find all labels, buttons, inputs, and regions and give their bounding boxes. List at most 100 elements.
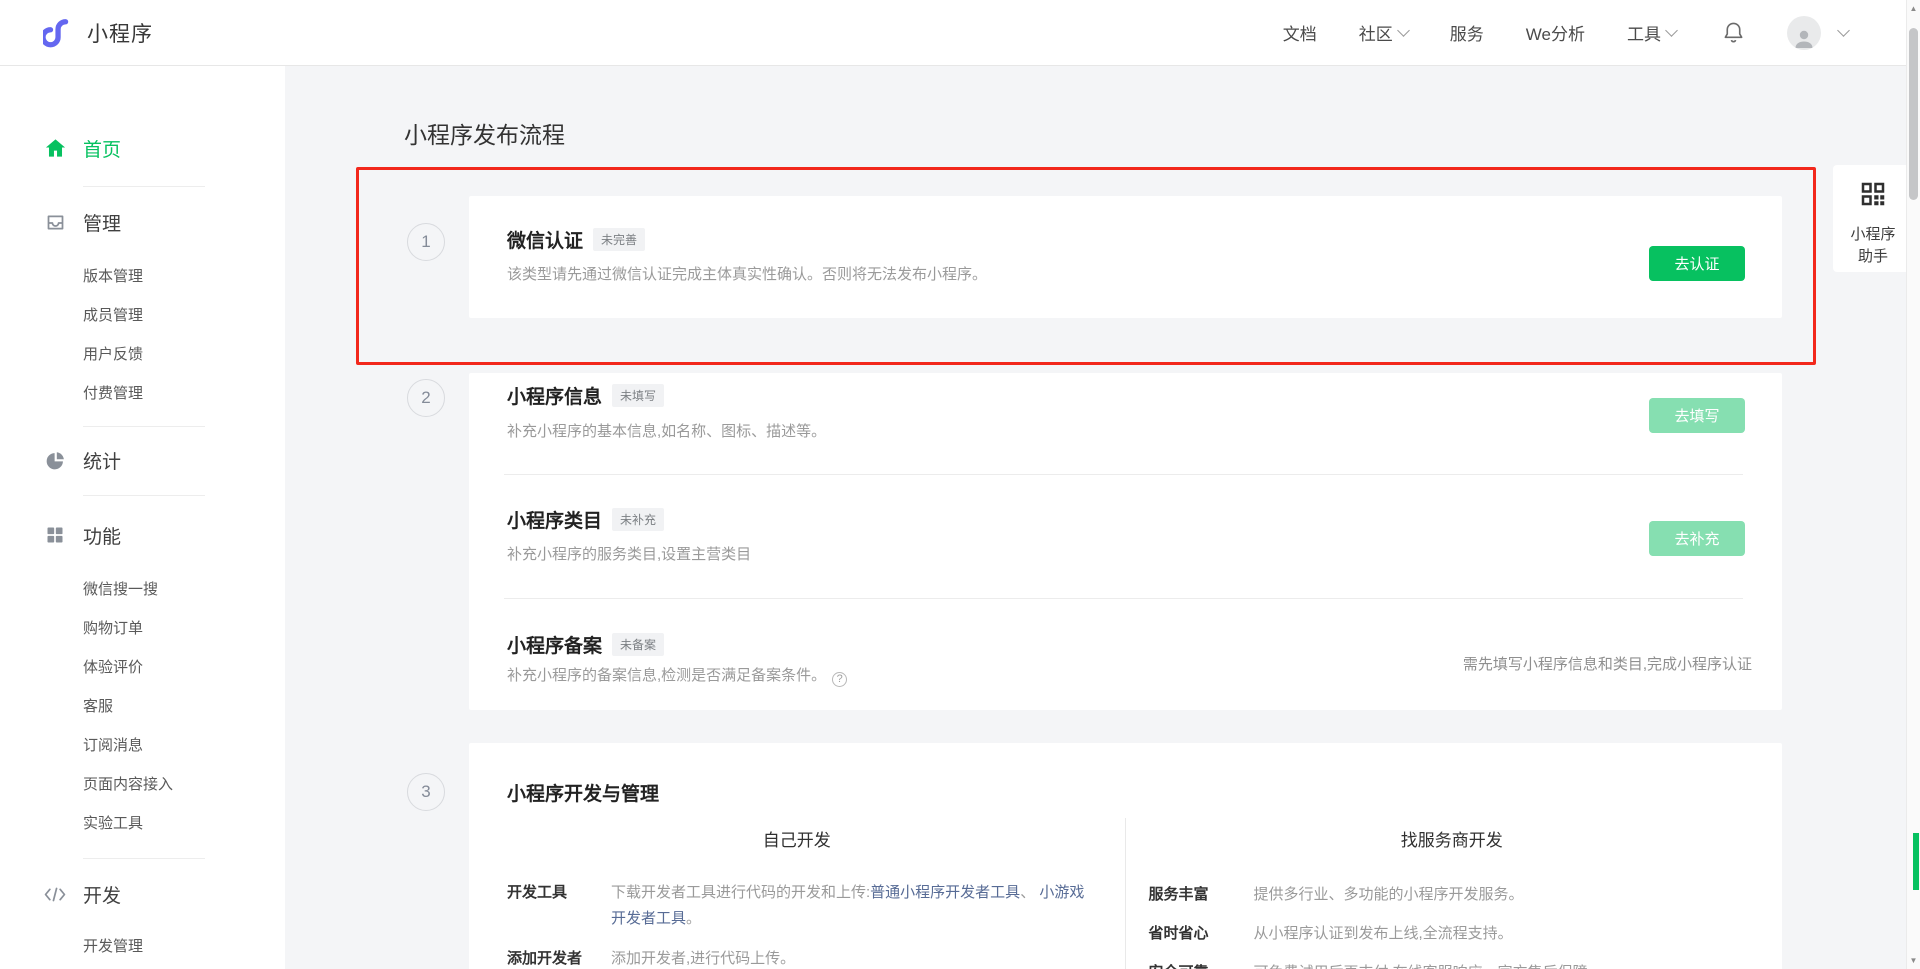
sidebar-group-label: 管理 — [83, 209, 121, 236]
sidebar-item-paid-management[interactable]: 付费管理 — [0, 373, 285, 412]
row-text: 提供多行业、多功能的小程序开发服务。 — [1254, 882, 1524, 908]
sidebar-item-page-content-access[interactable]: 页面内容接入 — [0, 764, 285, 803]
qr-code-icon — [1858, 179, 1888, 214]
logo: 小程序 — [43, 17, 153, 49]
sidebar-item-development-management[interactable]: 开发管理 — [0, 926, 285, 965]
row-text: 从小程序认证到发布上线,全流程支持。 — [1254, 921, 1513, 947]
nav-services[interactable]: 服务 — [1450, 20, 1484, 45]
row-text: 可免费试用后再支付,在线客服响应、官方售后保障 — [1254, 960, 1588, 969]
status-badge: 未完善 — [593, 228, 645, 251]
sidebar-item-subscribe-messages[interactable]: 订阅消息 — [0, 725, 285, 764]
step1-card: 微信认证 未完善 该类型请先通过微信认证完成主体真实性确认。否则将无法发布小程序… — [469, 196, 1782, 318]
divider — [83, 858, 205, 859]
self-development-column: 自己开发 开发工具 下载开发者工具进行代码的开发和上传:普通小程序开发者工具、 … — [469, 818, 1126, 969]
step3-title: 小程序开发与管理 — [507, 779, 659, 806]
sidebar-item-experience-rating[interactable]: 体验评价 — [0, 647, 285, 686]
row-label: 服务丰富 — [1149, 882, 1254, 908]
nav-we-analytics[interactable]: We分析 — [1526, 20, 1585, 45]
sidebar-item-home[interactable]: 首页 — [0, 128, 285, 168]
sidebar-item-user-feedback[interactable]: 用户反馈 — [0, 334, 285, 373]
go-supplement-button[interactable]: 去补充 — [1649, 521, 1745, 556]
code-icon — [43, 882, 67, 906]
step2-number: 2 — [407, 379, 445, 417]
scrollbar-up-arrow-icon[interactable]: ▲ — [1907, 4, 1920, 13]
sidebar-group-development[interactable]: 开发 — [0, 874, 285, 914]
account-chevron-down-icon[interactable] — [1837, 24, 1850, 37]
sidebar-group-label: 开发 — [83, 881, 121, 908]
sidebar-item-shopping-orders[interactable]: 购物订单 — [0, 608, 285, 647]
miniprogram-info-row: 小程序信息 未填写 补充小程序的基本信息,如名称、图标、描述等。 去填写 — [469, 373, 1782, 474]
sidebar-sublist-development: 开发管理 — [0, 926, 285, 965]
step3-card: 小程序开发与管理 自己开发 开发工具 下载开发者工具进行代码的开发和上传:普通小… — [469, 743, 1782, 969]
rich-services-row: 服务丰富 提供多行业、多功能的小程序开发服务。 — [1149, 882, 1756, 908]
miniprogram-logo-icon — [43, 17, 75, 49]
row-description: 补充小程序的服务类目,设置主营类目 — [507, 543, 751, 564]
pie-chart-icon — [43, 448, 67, 472]
row-label: 安全可靠 — [1149, 960, 1254, 969]
status-badge: 未补充 — [612, 508, 664, 531]
main-content: 小程序发布流程 1 微信认证 未完善 该类型请先通过微信认证完成主体真实性确认。… — [285, 66, 1906, 969]
row-text: 添加开发者,进行代码上传。 — [611, 946, 795, 969]
row-label: 省时省心 — [1149, 921, 1254, 947]
scrollbar-green-marker — [1913, 833, 1919, 890]
miniprogram-assistant-widget[interactable]: 小程序助手 — [1833, 165, 1906, 272]
page-title: 小程序发布流程 — [404, 116, 565, 150]
avatar[interactable] — [1787, 16, 1821, 50]
step1-title: 微信认证 — [507, 226, 583, 253]
row-label: 添加开发者 — [507, 946, 611, 969]
sidebar-group-label: 功能 — [83, 522, 121, 549]
logo-text: 小程序 — [87, 18, 153, 48]
scrollbar-down-arrow-icon[interactable]: ▼ — [1907, 956, 1920, 965]
column-header: 自己开发 — [499, 830, 1095, 852]
sidebar-group-statistics[interactable]: 统计 — [0, 440, 285, 480]
sidebar-group-manage[interactable]: 管理 — [0, 202, 285, 242]
sidebar-item-customer-service[interactable]: 客服 — [0, 686, 285, 725]
home-icon — [43, 136, 67, 160]
row-title: 小程序信息 — [507, 382, 602, 409]
nav-community[interactable]: 社区 — [1359, 20, 1408, 45]
normal-devtools-link[interactable]: 普通小程序开发者工具 — [870, 884, 1020, 901]
step2-card: 小程序信息 未填写 补充小程序的基本信息,如名称、图标、描述等。 去填写 小程序… — [469, 373, 1782, 710]
divider — [83, 186, 205, 187]
top-header: 小程序 文档 社区 服务 We分析 工具 — [0, 0, 1906, 66]
top-nav: 文档 社区 服务 We分析 工具 — [1283, 16, 1848, 50]
go-verify-button[interactable]: 去认证 — [1649, 246, 1745, 281]
sidebar-sublist-features: 微信搜一搜 购物订单 体验评价 客服 订阅消息 页面内容接入 实验工具 — [0, 569, 285, 842]
prerequisite-note: 需先填写小程序信息和类目,完成小程序认证 — [1463, 653, 1752, 674]
divider — [83, 426, 205, 427]
time-saving-row: 省时省心 从小程序认证到发布上线,全流程支持。 — [1149, 921, 1756, 947]
miniprogram-category-row: 小程序类目 未补充 补充小程序的服务类目,设置主营类目 去补充 — [469, 475, 1782, 598]
sidebar-group-features[interactable]: 功能 — [0, 515, 285, 555]
inbox-icon — [43, 210, 67, 234]
step1-description: 该类型请先通过微信认证完成主体真实性确认。否则将无法发布小程序。 — [507, 263, 987, 284]
nav-tools[interactable]: 工具 — [1627, 20, 1676, 45]
chevron-down-icon — [1397, 24, 1410, 37]
sidebar-item-label: 首页 — [83, 135, 121, 162]
sidebar-item-wechat-search[interactable]: 微信搜一搜 — [0, 569, 285, 608]
sidebar-item-version-management[interactable]: 版本管理 — [0, 256, 285, 295]
grid-icon — [43, 523, 67, 547]
assistant-label: 小程序助手 — [1851, 224, 1896, 268]
column-header: 找服务商开发 — [1149, 830, 1756, 852]
vertical-scrollbar[interactable]: ▲ ▼ — [1906, 0, 1920, 969]
go-fill-button[interactable]: 去填写 — [1649, 398, 1745, 433]
scrollbar-thumb[interactable] — [1909, 28, 1918, 200]
row-text: 下载开发者工具进行代码的开发和上传:普通小程序开发者工具、 小游戏开发者工具。 — [611, 880, 1095, 932]
step1-number: 1 — [407, 223, 445, 261]
safe-reliable-row: 安全可靠 可免费试用后再支付,在线客服响应、官方售后保障 — [1149, 960, 1756, 969]
sidebar-item-member-management[interactable]: 成员管理 — [0, 295, 285, 334]
help-icon[interactable]: ? — [832, 672, 847, 687]
sidebar-sublist-manage: 版本管理 成员管理 用户反馈 付费管理 — [0, 256, 285, 412]
service-provider-column: 找服务商开发 服务丰富 提供多行业、多功能的小程序开发服务。 省时省心 从小程序… — [1126, 818, 1783, 969]
notification-bell-icon[interactable] — [1722, 20, 1745, 45]
sidebar: 首页 管理 版本管理 成员管理 用户反馈 付费管理 统计 — [0, 66, 285, 969]
row-description: 补充小程序的基本信息,如名称、图标、描述等。 — [507, 420, 826, 441]
row-label: 开发工具 — [507, 880, 611, 932]
nav-docs[interactable]: 文档 — [1283, 20, 1317, 45]
row-title: 小程序备案 — [507, 631, 602, 658]
page: 小程序 文档 社区 服务 We分析 工具 — [0, 0, 1920, 969]
add-developer-row: 添加开发者 添加开发者,进行代码上传。 — [507, 946, 1095, 969]
sidebar-group-label: 统计 — [83, 447, 121, 474]
sidebar-item-experiment-tools[interactable]: 实验工具 — [0, 803, 285, 842]
chevron-down-icon — [1665, 24, 1678, 37]
